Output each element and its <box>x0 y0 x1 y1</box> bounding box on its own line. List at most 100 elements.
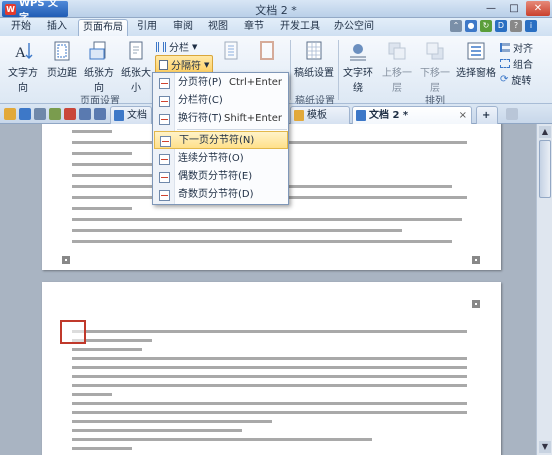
menu-item-continuous-section-break[interactable]: 连续分节符(O) <box>154 150 288 168</box>
menu-item-label: 分栏符(C) <box>178 95 223 106</box>
tab-references[interactable]: 引用 <box>132 19 162 36</box>
close-tab-icon[interactable]: × <box>459 107 467 124</box>
menu-item-next-page-section-break[interactable]: 下一页分节符(N) <box>154 131 288 149</box>
line-numbers-icon <box>224 41 238 60</box>
paper-setup-button[interactable]: 稿纸设置 <box>294 40 334 79</box>
menu-item-odd-page-section-break[interactable]: 奇数页分节符(D) <box>154 186 288 204</box>
bring-forward-button[interactable]: 上移一层 <box>378 40 416 94</box>
text-line <box>72 411 467 414</box>
document-page-2[interactable] <box>42 282 501 455</box>
text-line <box>72 366 467 369</box>
menu-item-label: 连续分节符(O) <box>178 153 244 164</box>
svg-text:A: A <box>15 45 26 61</box>
tab-list-icon[interactable] <box>506 108 518 120</box>
text-line <box>72 384 467 387</box>
document-icon <box>356 110 366 121</box>
tab-view[interactable]: 视图 <box>203 19 233 36</box>
pdf-icon[interactable] <box>64 108 76 120</box>
send-backward-icon <box>426 42 444 60</box>
group-separator <box>290 40 291 100</box>
open-folder-icon[interactable] <box>4 108 16 120</box>
menu-item-column-break[interactable]: 分栏符(C) <box>154 92 288 110</box>
crop-mark <box>472 300 480 308</box>
paper-grid-icon <box>306 41 322 60</box>
template-icon <box>294 110 304 121</box>
doc-tab-1[interactable]: 文档 1 <box>110 106 152 138</box>
menu-item-page-break[interactable]: 分页符(P) Ctrl+Enter <box>154 74 288 92</box>
orientation-button[interactable]: 纸张方向 <box>80 40 118 94</box>
update-icon[interactable]: ↻ <box>480 20 492 32</box>
tab-chapter[interactable]: 章节 <box>239 19 269 36</box>
group-button[interactable]: 组合 <box>500 56 533 71</box>
doc-tab-2-label: 文档 2 * <box>369 110 409 121</box>
group-icon <box>500 59 510 68</box>
scroll-thumb[interactable] <box>539 140 551 198</box>
print-icon[interactable] <box>34 108 46 120</box>
tab-home[interactable]: 开始 <box>6 19 36 36</box>
line-numbers-button[interactable] <box>216 40 246 64</box>
bring-forward-icon <box>388 42 406 60</box>
send-backward-button[interactable]: 下移一层 <box>416 40 454 94</box>
doc-tab-template-label: 模板 <box>307 110 327 121</box>
rotate-button[interactable]: ⟳ 旋转 <box>500 72 531 87</box>
margins-label: 页边距 <box>47 68 77 79</box>
columns-button[interactable]: 分栏 ▼ <box>156 39 197 54</box>
text-line <box>72 420 272 423</box>
ribbon-collapse-icon[interactable]: ⌃ <box>450 20 462 32</box>
text-direction-button[interactable]: A 文字方向 <box>4 40 42 94</box>
size-label: 纸张大小 <box>121 68 151 94</box>
title-bar: W WPS 文字 文档 2 * — □ ✕ <box>0 0 552 24</box>
text-line <box>72 330 467 333</box>
text-line <box>72 447 132 450</box>
vertical-scrollbar[interactable]: ▲ ▼ <box>536 124 552 455</box>
tab-office-space[interactable]: 办公空间 <box>328 19 380 36</box>
send-backward-label: 下移一层 <box>420 68 450 94</box>
orientation-icon <box>89 41 106 60</box>
margins-icon <box>54 41 70 61</box>
tab-review[interactable]: 审阅 <box>168 19 198 36</box>
continuous-section-break-icon <box>159 154 170 165</box>
tab-developer[interactable]: 开发工具 <box>276 19 324 36</box>
feedback-icon[interactable]: ? <box>510 20 522 32</box>
margins-button[interactable]: 页边距 <box>46 40 78 79</box>
doc-d-icon[interactable]: D <box>495 20 507 32</box>
tab-insert[interactable]: 插入 <box>42 19 72 36</box>
tab-row-tools: ⌃ ● ↻ D ? i <box>450 20 537 34</box>
maximize-button[interactable]: □ <box>503 1 525 16</box>
group-separator <box>338 40 339 100</box>
doc-tab-template[interactable]: 模板 <box>290 106 350 124</box>
menu-item-label: 偶数页分节符(E) <box>178 171 253 182</box>
text-direction-icon: A <box>15 43 33 61</box>
menu-item-label: 换行符(T) <box>178 113 222 124</box>
menu-item-line-break[interactable]: 换行符(T) Shift+Enter <box>154 110 288 128</box>
ribbon-tabs: 开始 插入 页面布局 引用 审阅 视图 章节 开发工具 办公空间 ⌃ ● ↻ D… <box>0 18 552 36</box>
close-button[interactable]: ✕ <box>526 1 550 16</box>
skin-icon[interactable]: ● <box>465 20 477 32</box>
tab-page-layout[interactable]: 页面布局 <box>78 19 128 36</box>
text-wrap-button[interactable]: 文字环绕 <box>340 40 376 94</box>
menu-item-label: 下一页分节符(N) <box>179 135 255 146</box>
text-line <box>72 152 132 155</box>
crop-mark <box>472 256 480 264</box>
group-label: 组合 <box>513 60 533 71</box>
doc-tab-2[interactable]: 文档 2 * × <box>352 106 472 124</box>
menu-item-even-page-section-break[interactable]: 偶数页分节符(E) <box>154 168 288 186</box>
help-icon[interactable]: i <box>525 20 537 32</box>
scroll-down-icon[interactable]: ▼ <box>539 441 551 453</box>
selection-pane-button[interactable]: 选择窗格 <box>456 40 496 79</box>
selection-pane-label: 选择窗格 <box>456 68 496 79</box>
redo-icon[interactable] <box>94 108 106 120</box>
preview-icon[interactable] <box>49 108 61 120</box>
columns-icon <box>156 41 166 52</box>
page-border-button[interactable] <box>252 40 282 64</box>
document-icon <box>114 110 124 121</box>
save-icon[interactable] <box>19 108 31 120</box>
odd-page-section-break-icon <box>159 190 170 201</box>
size-button[interactable]: 纸张大小 <box>118 40 154 94</box>
new-tab-button[interactable]: + <box>476 106 498 124</box>
align-button[interactable]: 对齐 <box>500 40 533 55</box>
scroll-up-icon[interactable]: ▲ <box>539 126 551 138</box>
undo-icon[interactable] <box>79 108 91 120</box>
minimize-button[interactable]: — <box>480 1 502 16</box>
paper-size-icon <box>129 41 143 60</box>
